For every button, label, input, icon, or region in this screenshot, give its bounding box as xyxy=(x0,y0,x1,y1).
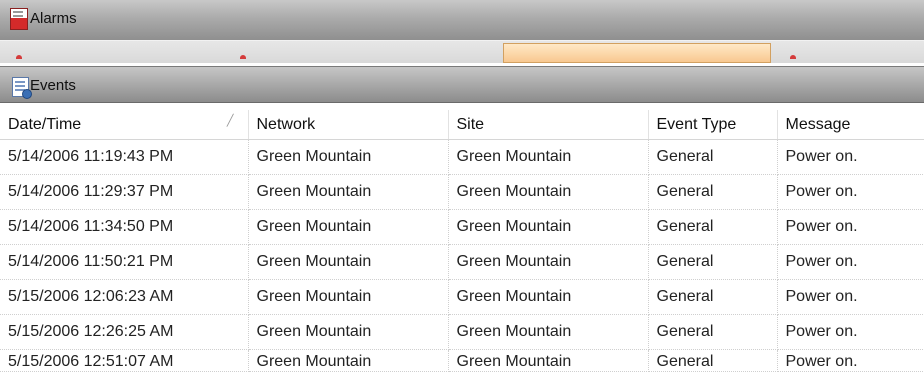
cell-event-type: General xyxy=(648,174,778,210)
cell-datetime: 5/14/2006 11:19:43 PM xyxy=(0,139,249,175)
alarms-panel-title: Alarms xyxy=(30,10,77,27)
grid-header-row: Date/Time ╱ Network Site Event Type Messa… xyxy=(0,110,924,140)
column-header-site[interactable]: Site xyxy=(448,110,649,140)
cell-site: Green Mountain xyxy=(448,139,649,175)
cell-network: Green Mountain xyxy=(248,209,449,245)
events-panel-title: Events xyxy=(30,77,76,94)
table-row[interactable]: 5/14/2006 11:34:50 PM Green Mountain Green… xyxy=(0,209,924,245)
column-header-network[interactable]: Network xyxy=(248,110,449,140)
events-grid: Date/Time ╱ Network Site Event Type Messa… xyxy=(0,110,924,372)
column-header-datetime[interactable]: Date/Time ╱ xyxy=(0,110,249,140)
cell-datetime: 5/14/2006 11:34:50 PM xyxy=(0,209,249,245)
alarm-selected-cell[interactable] xyxy=(503,43,771,63)
alarm-marker-icon xyxy=(240,55,246,59)
alarms-panel-header[interactable]: Alarms xyxy=(0,0,924,41)
cell-message: Power on. xyxy=(777,349,924,372)
cell-network: Green Mountain xyxy=(248,314,449,350)
cell-datetime: 5/14/2006 11:50:21 PM xyxy=(0,244,249,280)
cell-event-type: General xyxy=(648,244,778,280)
cell-message: Power on. xyxy=(777,174,924,210)
alarm-marker-icon xyxy=(16,55,22,59)
cell-datetime: 5/15/2006 12:51:07 AM xyxy=(0,349,249,372)
cell-datetime: 5/15/2006 12:06:23 AM xyxy=(0,279,249,315)
cell-network: Green Mountain xyxy=(248,139,449,175)
table-row[interactable]: 5/14/2006 11:29:37 PM Green Mountain Green… xyxy=(0,174,924,210)
grid-body: 5/14/2006 11:19:43 PM Green Mountain Green… xyxy=(0,139,924,372)
cell-network: Green Mountain xyxy=(248,244,449,280)
cell-network: Green Mountain xyxy=(248,174,449,210)
column-header-event-type[interactable]: Event Type xyxy=(648,110,778,140)
cell-site: Green Mountain xyxy=(448,174,649,210)
cell-datetime: 5/14/2006 11:29:37 PM xyxy=(0,174,249,210)
alarms-row-strip xyxy=(0,40,924,63)
cell-event-type: General xyxy=(648,139,778,175)
cell-network: Green Mountain xyxy=(248,279,449,315)
cell-site: Green Mountain xyxy=(448,209,649,245)
column-header-message[interactable]: Message xyxy=(777,110,924,140)
table-row[interactable]: 5/15/2006 12:06:23 AM Green Mountain Green… xyxy=(0,279,924,315)
cell-site: Green Mountain xyxy=(448,314,649,350)
cell-datetime: 5/15/2006 12:26:25 AM xyxy=(0,314,249,350)
sort-ascending-icon: ╱ xyxy=(226,115,234,127)
table-row[interactable]: 5/15/2006 12:26:25 AM Green Mountain Green… xyxy=(0,314,924,350)
events-document-icon xyxy=(12,77,32,99)
cell-message: Power on. xyxy=(777,139,924,175)
table-row[interactable]: 5/14/2006 11:50:21 PM Green Mountain Green… xyxy=(0,244,924,280)
cell-event-type: General xyxy=(648,314,778,350)
table-row[interactable]: 5/14/2006 11:19:43 PM Green Mountain Green… xyxy=(0,139,924,175)
cell-message: Power on. xyxy=(777,209,924,245)
cell-network: Green Mountain xyxy=(248,349,449,372)
cell-event-type: General xyxy=(648,209,778,245)
cell-message: Power on. xyxy=(777,314,924,350)
cell-event-type: General xyxy=(648,349,778,372)
alarm-marker-icon xyxy=(790,55,796,59)
events-panel-header[interactable]: Events xyxy=(0,66,924,103)
cell-site: Green Mountain xyxy=(448,349,649,372)
cell-site: Green Mountain xyxy=(448,244,649,280)
alarm-document-icon xyxy=(10,8,28,30)
cell-message: Power on. xyxy=(777,244,924,280)
table-row[interactable]: 5/15/2006 12:51:07 AM Green Mountain Green… xyxy=(0,349,924,372)
cell-message: Power on. xyxy=(777,279,924,315)
cell-event-type: General xyxy=(648,279,778,315)
cell-site: Green Mountain xyxy=(448,279,649,315)
